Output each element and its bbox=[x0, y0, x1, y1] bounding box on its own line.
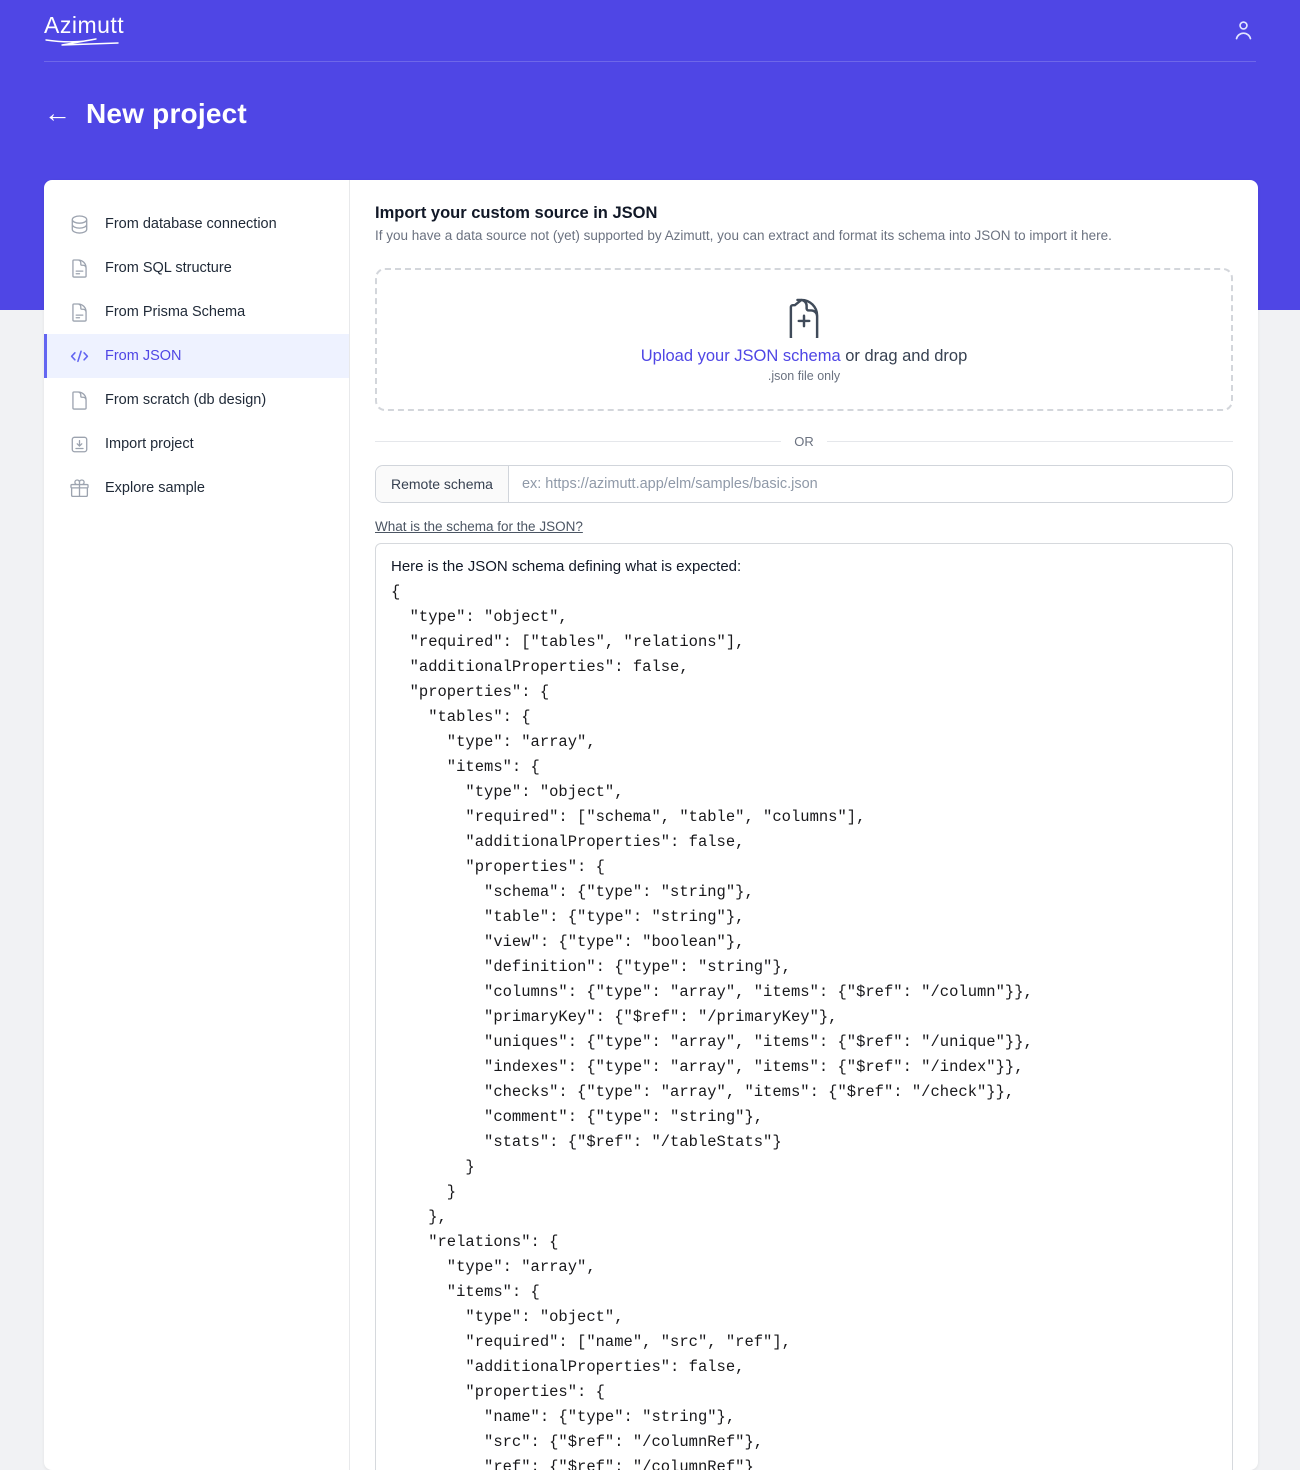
back-arrow-icon[interactable]: ← bbox=[44, 100, 71, 127]
upload-instructions: Upload your JSON schema or drag and drop bbox=[641, 347, 968, 366]
user-icon[interactable] bbox=[1231, 18, 1256, 43]
upload-dropzone[interactable]: Upload your JSON schema or drag and drop… bbox=[375, 268, 1233, 411]
document-icon bbox=[69, 390, 90, 411]
json-schema-code: { "type": "object", "required": ["tables… bbox=[391, 579, 1217, 1470]
sidebar-item-label: Import project bbox=[105, 436, 194, 452]
schema-help-link[interactable]: What is the schema for the JSON? bbox=[375, 519, 583, 534]
logo-underline-swoosh bbox=[44, 37, 122, 48]
sidebar-item-from-database-connection[interactable]: From database connection bbox=[44, 202, 349, 246]
main-panel: Import your custom source in JSON If you… bbox=[350, 180, 1258, 1470]
json-schema-code-lines: { "type": "object", "required": ["tables… bbox=[391, 583, 1033, 1470]
or-divider: OR bbox=[375, 434, 1233, 449]
sidebar-item-label: From database connection bbox=[105, 216, 277, 232]
remote-schema-group: Remote schema bbox=[375, 465, 1233, 503]
remote-schema-input[interactable] bbox=[509, 466, 1232, 502]
json-schema-codeblock: Here is the JSON schema defining what is… bbox=[375, 543, 1233, 1470]
document-plus-icon bbox=[783, 296, 825, 338]
sidebar: From database connection From SQL struct… bbox=[44, 180, 350, 1470]
azimutt-logo[interactable]: Azimutt bbox=[44, 13, 130, 48]
gift-icon bbox=[69, 478, 90, 499]
code-icon bbox=[69, 346, 90, 367]
page-title: New project bbox=[86, 98, 247, 130]
panel-title: Import your custom source in JSON bbox=[375, 204, 1233, 223]
upload-json-link[interactable]: Upload your JSON schema bbox=[641, 347, 841, 365]
new-project-card: From database connection From SQL struct… bbox=[44, 180, 1258, 1470]
sidebar-item-label: From scratch (db design) bbox=[105, 392, 266, 408]
sidebar-item-label: From Prisma Schema bbox=[105, 304, 245, 320]
panel-subtitle: If you have a data source not (yet) supp… bbox=[375, 228, 1233, 243]
sidebar-item-from-json[interactable]: From JSON bbox=[44, 334, 349, 378]
upload-hint: .json file only bbox=[768, 369, 840, 383]
drag-drop-text: or drag and drop bbox=[841, 347, 968, 365]
database-icon bbox=[69, 214, 90, 235]
sidebar-item-import-project[interactable]: Import project bbox=[44, 422, 349, 466]
code-intro-text: Here is the JSON schema defining what is… bbox=[391, 555, 1217, 579]
sidebar-item-from-prisma-schema[interactable]: From Prisma Schema bbox=[44, 290, 349, 334]
sidebar-item-explore-sample[interactable]: Explore sample bbox=[44, 466, 349, 510]
import-icon bbox=[69, 434, 90, 455]
brand-name: Azimutt bbox=[44, 13, 130, 37]
sidebar-item-from-sql-structure[interactable]: From SQL structure bbox=[44, 246, 349, 290]
top-navbar: Azimutt bbox=[44, 0, 1256, 62]
document-text-icon bbox=[69, 258, 90, 279]
sidebar-item-from-scratch[interactable]: From scratch (db design) bbox=[44, 378, 349, 422]
sidebar-item-label: From JSON bbox=[105, 348, 182, 364]
remote-schema-addon-label: Remote schema bbox=[376, 466, 509, 502]
page-title-row: ← New project bbox=[0, 62, 1300, 130]
document-text-icon bbox=[69, 302, 90, 323]
or-label: OR bbox=[781, 434, 827, 449]
sidebar-item-label: Explore sample bbox=[105, 480, 205, 496]
sidebar-item-label: From SQL structure bbox=[105, 260, 232, 276]
